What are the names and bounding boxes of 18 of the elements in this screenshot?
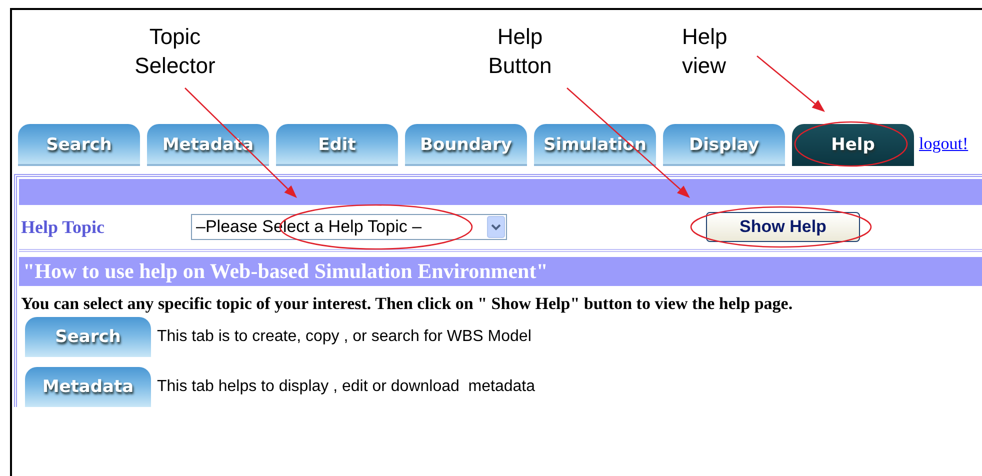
tab-image: Metadata [25, 367, 151, 407]
callout-label: Help Button [487, 23, 553, 80]
tab-image: Search [25, 317, 151, 357]
intro-text: You can select any specific topic of your interest. Then click on " Show Help" button to view the help page. [21, 293, 794, 315]
tab[interactable]: Boundary [405, 124, 527, 166]
show-help-button[interactable]: Show Help [706, 212, 860, 242]
arrow [756, 56, 825, 112]
tab[interactable]: Display [663, 124, 785, 166]
logout-link[interactable]: logout! [919, 134, 968, 154]
help-heading: "How to use help on Web-based Simulation Environment" [19, 257, 982, 286]
callout-label: Help view [682, 23, 728, 80]
tab-description: This tab helps to display , edit or download metadata [157, 378, 535, 396]
tab-description: This tab is to create, copy , or search for WBS Model [157, 328, 532, 346]
tab[interactable]: Help [792, 124, 914, 166]
help-topic-label: Help Topic [20, 216, 106, 238]
callout-label: Topic Selector [134, 23, 216, 80]
tab[interactable]: Search [18, 124, 140, 166]
tab[interactable]: Edit [276, 124, 398, 166]
